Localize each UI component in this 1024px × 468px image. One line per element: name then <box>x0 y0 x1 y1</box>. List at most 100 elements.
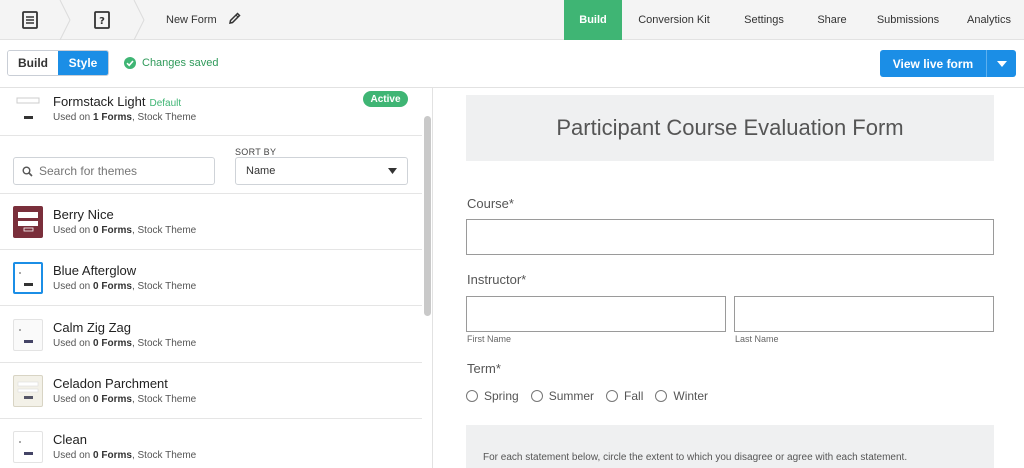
theme-thumbnail-icon <box>13 431 43 463</box>
pencil-icon[interactable] <box>228 11 242 25</box>
course-label: Course* <box>467 196 514 211</box>
theme-thumbnail-icon <box>13 375 43 407</box>
form-icon[interactable]: ? <box>72 0 132 40</box>
tab-conversion-kit[interactable]: Conversion Kit <box>622 0 726 40</box>
term-option-summer[interactable]: Summer <box>530 389 595 403</box>
top-bar: ? New Form Build Conversion Kit Settings… <box>0 0 1024 40</box>
view-live-form-label[interactable]: View live form <box>880 50 986 77</box>
instructions-text: For each statement below, circle the ext… <box>483 452 908 463</box>
radio-label: Spring <box>484 389 519 403</box>
meta-count: 1 Forms <box>93 112 132 123</box>
instructions-box: For each statement below, circle the ext… <box>466 425 994 468</box>
term-option-winter[interactable]: Winter <box>655 389 708 403</box>
radio-circle-icon[interactable] <box>530 390 543 402</box>
view-live-dropdown[interactable] <box>986 50 1016 77</box>
theme-name: Celadon Parchment <box>53 376 168 391</box>
instructor-label: Instructor* <box>467 272 527 287</box>
meta-prefix: Used on <box>53 112 94 123</box>
meta-suffix: , Stock Theme <box>131 338 197 349</box>
term-option-fall[interactable]: Fall <box>606 389 643 403</box>
search-input[interactable] <box>39 164 199 178</box>
last-name-sublabel: Last Name <box>735 334 779 344</box>
search-icon <box>22 166 33 177</box>
meta-prefix: Used on <box>53 281 94 292</box>
form-name: New Form <box>166 14 217 26</box>
theme-item[interactable]: Berry Nice Used on 0 Forms, Stock Theme <box>0 194 422 250</box>
style-toggle-button[interactable]: Style <box>58 51 108 75</box>
sort-by-label: SORT BY <box>235 147 277 157</box>
build-style-toggle: Build Style <box>7 50 109 76</box>
form-list-icon[interactable] <box>0 0 60 40</box>
meta-suffix: , Stock Theme <box>131 281 197 292</box>
caret-down-icon <box>996 60 1007 67</box>
first-name-input[interactable] <box>466 296 726 332</box>
theme-name-text: Formstack Light <box>53 94 146 109</box>
theme-name: Berry Nice <box>53 207 114 222</box>
theme-item[interactable]: Blue Afterglow Used on 0 Forms, Stock Th… <box>0 250 422 306</box>
meta-suffix: , Stock Theme <box>131 394 197 405</box>
theme-thumbnail-icon <box>13 319 43 351</box>
meta-count: 0 Forms <box>93 281 132 292</box>
tab-submissions[interactable]: Submissions <box>862 0 954 40</box>
theme-name: Clean <box>53 432 87 447</box>
theme-thumbnail-icon <box>13 262 43 294</box>
theme-meta: Used on 0 Forms, Stock Theme <box>53 338 196 349</box>
theme-item[interactable]: Clean Used on 0 Forms, Stock Theme <box>0 419 422 468</box>
theme-thumbnail-icon <box>13 206 43 238</box>
radio-circle-icon[interactable] <box>606 390 619 402</box>
radio-label: Winter <box>673 389 709 403</box>
build-toggle-button[interactable]: Build <box>8 51 58 75</box>
themes-panel: Formstack Light Default Used on 1 Forms, … <box>0 88 433 468</box>
course-input[interactable] <box>466 219 994 255</box>
themes-scrollbar[interactable] <box>424 116 431 316</box>
term-option-spring[interactable]: Spring <box>466 389 519 403</box>
last-name-input[interactable] <box>734 296 994 332</box>
theme-meta: Used on 0 Forms, Stock Theme <box>53 281 196 292</box>
meta-count: 0 Forms <box>93 338 132 349</box>
breadcrumb-separator <box>132 0 146 40</box>
sort-select[interactable]: Name <box>235 157 408 185</box>
tab-settings[interactable]: Settings <box>726 0 802 40</box>
theme-item[interactable]: Calm Zig Zag Used on 0 Forms, Stock Them… <box>0 307 422 363</box>
radio-label: Summer <box>548 389 595 403</box>
radio-label: Fall <box>624 389 644 403</box>
sub-toolbar: Build Style Changes saved View live form <box>0 40 1024 88</box>
caret-down-icon <box>388 168 397 174</box>
theme-name: Formstack Light Default <box>53 94 181 109</box>
meta-count: 0 Forms <box>93 394 132 405</box>
form-preview: Participant Course Evaluation Form Cours… <box>434 88 1024 468</box>
term-radio-group: Spring Summer Fall Winter <box>466 389 708 403</box>
theme-name: Blue Afterglow <box>53 263 137 278</box>
theme-name: Calm Zig Zag <box>53 320 132 335</box>
save-status-text: Changes saved <box>142 57 219 69</box>
theme-meta: Used on 0 Forms, Stock Theme <box>53 394 196 405</box>
form-title: Participant Course Evaluation Form <box>466 95 994 161</box>
breadcrumb-separator <box>58 0 72 40</box>
radio-circle-icon[interactable] <box>655 390 668 402</box>
top-nav: Build Conversion Kit Settings Share Subm… <box>564 0 1024 40</box>
meta-suffix: , Stock Theme <box>131 112 197 123</box>
sort-value: Name <box>246 165 276 177</box>
meta-prefix: Used on <box>53 394 94 405</box>
tab-analytics[interactable]: Analytics <box>954 0 1024 40</box>
theme-search[interactable] <box>13 157 215 185</box>
save-status: Changes saved <box>124 50 218 76</box>
theme-item[interactable]: Celadon Parchment Used on 0 Forms, Stock… <box>0 363 422 419</box>
default-tag: Default <box>149 98 182 109</box>
term-label: Term* <box>467 361 501 376</box>
meta-count: 0 Forms <box>93 450 132 461</box>
svg-text:?: ? <box>99 16 105 27</box>
first-name-sublabel: First Name <box>467 334 512 344</box>
meta-prefix: Used on <box>53 225 94 236</box>
theme-meta: Used on 0 Forms, Stock Theme <box>53 225 196 236</box>
theme-meta: Used on 1 Forms, Stock Theme <box>53 112 196 123</box>
theme-thumbnail-icon <box>13 94 43 126</box>
meta-prefix: Used on <box>53 338 94 349</box>
theme-filter: SORT BY Name <box>0 136 422 194</box>
tab-share[interactable]: Share <box>802 0 862 40</box>
radio-circle-icon[interactable] <box>466 390 478 402</box>
tab-build[interactable]: Build <box>564 0 622 40</box>
view-live-form-button[interactable]: View live form <box>880 50 1016 77</box>
active-badge: Active <box>363 91 408 107</box>
current-theme[interactable]: Formstack Light Default Used on 1 Forms, … <box>0 88 422 136</box>
